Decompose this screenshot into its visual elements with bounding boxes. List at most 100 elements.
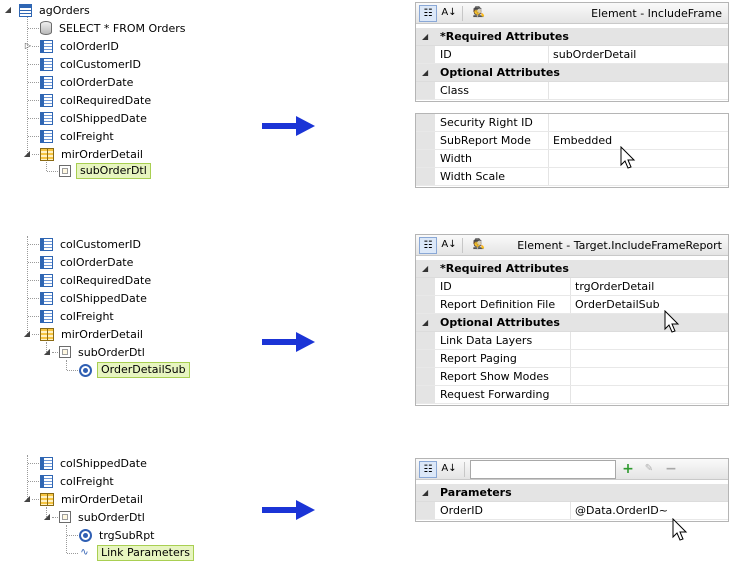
property-value[interactable]: OrderDetailSub (570, 296, 728, 313)
tree-node-column[interactable]: colCustomerID (40, 235, 143, 253)
tree-node-column[interactable]: colShippedDate (40, 289, 149, 307)
categorized-button[interactable]: ☷ (419, 461, 437, 478)
property-row-id[interactable]: ID subOrderDetail (416, 46, 728, 64)
property-value[interactable] (570, 368, 728, 385)
expand-toggle[interactable]: ▷ (23, 41, 33, 51)
tree-node-column[interactable]: colShippedDate (40, 109, 149, 127)
category-required[interactable]: ◢ *Required Attributes (416, 260, 728, 278)
sort-az-button[interactable]: A↓ (440, 237, 458, 254)
property-value[interactable]: trgOrderDetail (570, 278, 728, 295)
categorized-button[interactable]: ☷ (419, 237, 437, 254)
database-icon (40, 21, 52, 35)
tree-node-query[interactable]: SELECT * FROM Orders (40, 19, 188, 37)
property-row-id[interactable]: ID trgOrderDetail (416, 278, 728, 296)
spy-icon[interactable]: 🕵 (470, 5, 488, 22)
collapse-icon[interactable]: ◢ (422, 314, 428, 331)
collapse-toggle[interactable]: ◢ (42, 512, 52, 522)
sort-az-button[interactable]: A↓ (440, 5, 458, 22)
right-arrow-icon (262, 116, 315, 136)
tree-node-column[interactable]: colFreight (40, 472, 116, 490)
panel-toolbar: ☷ A↓ 🕵 Element - Target.IncludeFrameRepo… (416, 235, 728, 256)
property-row-report-definition[interactable]: Report Definition File OrderDetailSub (416, 296, 728, 314)
row-gutter (416, 386, 435, 403)
edit-pencil-icon[interactable]: ✎ (640, 461, 658, 478)
property-row-report-paging[interactable]: Report Paging (416, 350, 728, 368)
property-row-class[interactable]: Class (416, 82, 728, 100)
tree-node-column[interactable]: colRequiredDate (40, 91, 153, 109)
collapse-icon[interactable]: ◢ (422, 64, 428, 81)
tree-node-column[interactable]: colOrderID (40, 37, 121, 55)
tree-node-label: mirOrderDetail (61, 327, 143, 341)
sort-az-button[interactable]: A↓ (440, 461, 458, 478)
property-row-report-show-modes[interactable]: Report Show Modes (416, 368, 728, 386)
property-row-width-scale[interactable]: Width Scale (416, 168, 728, 186)
property-value[interactable] (570, 332, 728, 349)
tree-node-column[interactable]: colCustomerID (40, 55, 143, 73)
category-optional[interactable]: ◢ Optional Attributes (416, 314, 728, 332)
tree-node-include-frame[interactable]: subOrderDtl (59, 162, 151, 180)
property-value[interactable] (548, 82, 728, 99)
collapse-toggle[interactable]: ◢ (3, 5, 13, 15)
category-optional[interactable]: ◢ Optional Attributes (416, 64, 728, 82)
tree-node-label-selected: Link Parameters (97, 545, 194, 561)
panel-title: Element - IncludeFrame (591, 7, 722, 20)
property-row-security-right[interactable]: Security Right ID (416, 114, 728, 132)
property-name: Link Data Layers (440, 334, 533, 347)
property-row-request-forwarding[interactable]: Request Forwarding (416, 386, 728, 404)
property-value[interactable] (548, 168, 728, 185)
tree-node-include-frame[interactable]: subOrderDtl (59, 508, 147, 526)
categorized-button[interactable]: ☷ (419, 5, 437, 22)
tree-node-column[interactable]: colShippedDate (40, 454, 149, 472)
tree-node-agorders[interactable]: agOrders (19, 1, 92, 19)
category-required[interactable]: ◢ *Required Attributes (416, 28, 728, 46)
property-name: OrderID (440, 504, 483, 517)
category-label: *Required Attributes (440, 262, 569, 275)
property-name: Class (440, 84, 469, 97)
column-icon (40, 456, 53, 470)
remove-parameter-button[interactable]: − (662, 461, 680, 478)
toolbar-separator (464, 462, 465, 477)
collapse-icon[interactable]: ◢ (422, 28, 428, 45)
tree-node-label: trgSubRpt (99, 528, 155, 542)
tree-node-target[interactable]: trgSubRpt (79, 526, 157, 544)
property-value[interactable] (548, 150, 728, 167)
tree-node-column[interactable]: colRequiredDate (40, 271, 153, 289)
tree-node-label: colShippedDate (60, 111, 147, 125)
column-icon (40, 237, 53, 251)
property-name: Width (440, 152, 472, 165)
tree-node-column[interactable]: colOrderDate (40, 73, 135, 91)
column-icon (40, 255, 53, 269)
tree-node-label: colShippedDate (60, 291, 147, 305)
tree-node-mirror[interactable]: mirOrderDetail (40, 490, 145, 508)
tree-node-column[interactable]: colFreight (40, 307, 116, 325)
collapse-toggle[interactable]: ◢ (22, 494, 32, 504)
collapse-icon[interactable]: ◢ (422, 484, 428, 501)
property-value[interactable]: @Data.OrderID~ (570, 502, 728, 519)
tree-node-label: colRequiredDate (60, 93, 152, 107)
tree-node-mirror[interactable]: mirOrderDetail (40, 145, 145, 163)
tree-node-link-params[interactable]: ∿ Link Parameters (77, 544, 194, 562)
tree-node-column[interactable]: colFreight (40, 127, 116, 145)
property-row-link-data-layers[interactable]: Link Data Layers (416, 332, 728, 350)
category-parameters[interactable]: ◢ Parameters (416, 484, 728, 502)
add-parameter-button[interactable]: + (619, 461, 637, 478)
collapse-toggle[interactable]: ◢ (42, 347, 52, 357)
tree-node-label: mirOrderDetail (61, 492, 143, 506)
tree-node-include-frame[interactable]: subOrderDtl (59, 343, 147, 361)
property-value[interactable] (548, 114, 728, 131)
collapse-toggle[interactable]: ◢ (22, 149, 32, 159)
collapse-toggle[interactable]: ◢ (22, 329, 32, 339)
panel-title: Element - Target.IncludeFrameReport (517, 239, 722, 252)
collapse-icon[interactable]: ◢ (422, 260, 428, 277)
property-row-width[interactable]: Width (416, 150, 728, 168)
spy-icon[interactable]: 🕵 (470, 237, 488, 254)
property-value[interactable] (570, 386, 728, 403)
property-value[interactable]: Embedded (548, 132, 728, 149)
tree-node-column[interactable]: colOrderDate (40, 253, 135, 271)
property-value[interactable] (570, 350, 728, 367)
tree-node-target[interactable]: OrderDetailSub (79, 361, 190, 379)
tree-node-mirror[interactable]: mirOrderDetail (40, 325, 145, 343)
parameter-name-input[interactable] (470, 460, 616, 479)
property-value[interactable]: subOrderDetail (548, 46, 728, 63)
property-row-subreport-mode[interactable]: SubReport Mode Embedded (416, 132, 728, 150)
